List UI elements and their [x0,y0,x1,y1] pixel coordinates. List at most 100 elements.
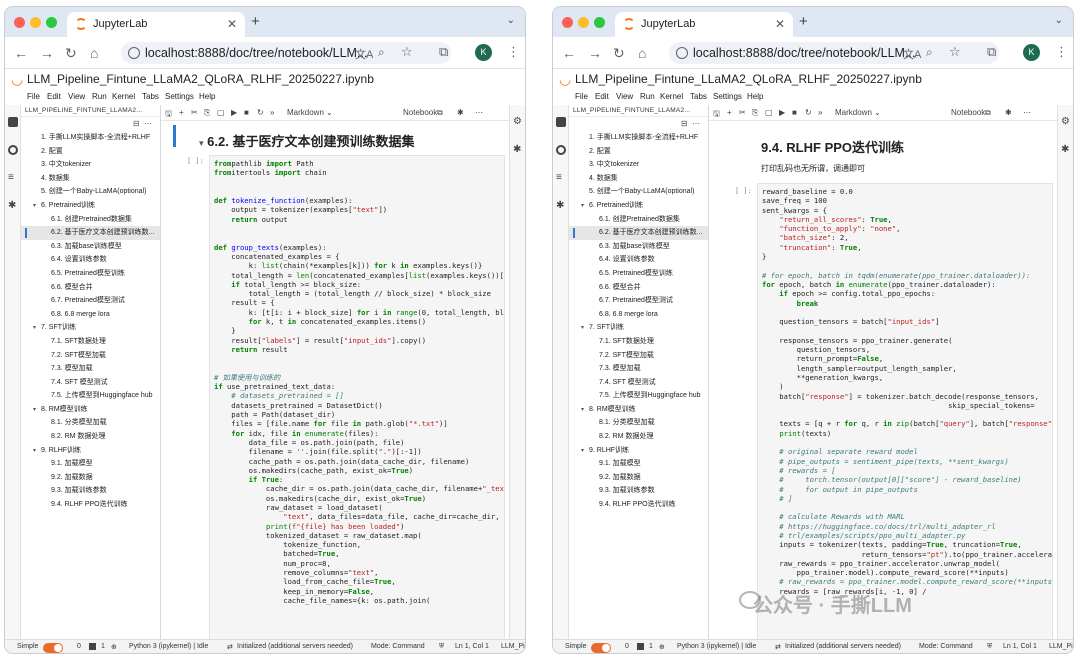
toc-item[interactable]: 1. 手撕LLM实操脚本-全流程+RLHF [569,131,708,145]
browser-tab[interactable]: JupyterLab ✕ [615,12,793,37]
toc-item[interactable]: 7.2. SFT模型加载 [569,349,708,363]
caret-down-icon[interactable]: ▾ [581,404,589,417]
avatar[interactable]: K [1023,44,1040,61]
menu-settings[interactable]: Settings [165,92,194,101]
menu-help[interactable]: Help [747,92,763,101]
toc-item[interactable]: 7.1. SFT数据处理 [21,335,160,349]
menu-view[interactable]: View [68,92,85,101]
minimize-window-button[interactable] [30,17,41,28]
toc-item[interactable]: 1. 手撕LLM实操脚本-全流程+RLHF [21,131,160,145]
restart-icon[interactable]: ↻ [257,108,264,117]
menu-tabs[interactable]: Tabs [142,92,159,101]
property-inspector-icon[interactable]: ⚙ [1061,117,1071,127]
more-icon[interactable]: ⋯ [1023,108,1031,117]
toc-item[interactable]: 8.2. RM 数据处理 [21,430,160,444]
toc-item[interactable]: 6.5. Pretrained模型训练 [21,267,160,281]
add-cell-icon[interactable]: + [179,108,184,117]
toc-item[interactable]: 9.2. 加载数据 [569,471,708,485]
toc-item[interactable]: 6.4. 设置训练参数 [569,253,708,267]
toc-item[interactable]: 8.1. 分类模型加载 [21,416,160,430]
copy-icon[interactable]: ⎘ [204,108,210,118]
kernel-status[interactable]: Python 3 (ipykernel) | Idle [129,643,208,650]
cursor-position[interactable]: Ln 1, Col 1 [1003,643,1037,650]
toc-item[interactable]: 5. 创建一个Baby-LLaMA(optional) [569,185,708,199]
toc-item[interactable]: 6.1. 创建Pretrained数据集 [21,213,160,227]
open-icon[interactable]: ⧉ [437,108,443,118]
toc-item[interactable]: 9.3. 加载训练参数 [21,484,160,498]
toc-item[interactable]: 6.6. 模型合并 [21,281,160,295]
caret-down-icon[interactable]: ▾ [581,445,589,458]
debugger-icon[interactable]: ✱ [513,145,523,155]
browser-menu-icon[interactable]: ⋮ [507,44,520,60]
caret-down-icon[interactable]: ▾ [33,445,41,458]
new-tab-button[interactable]: + [799,12,808,32]
save-icon[interactable]: 🖫 [165,108,172,122]
chevron-down-icon[interactable]: ⌄ [874,108,881,117]
toc-item[interactable]: ▾ 9. RLHF训练 [21,444,160,458]
more-icon[interactable]: ⋯ [144,119,152,128]
minimize-window-button[interactable] [578,17,589,28]
close-icon[interactable]: ✕ [775,12,785,37]
chevron-down-icon[interactable]: ⌄ [326,108,333,117]
translate-icon[interactable]: 文A [355,46,373,62]
toc-item[interactable]: 9.1. 加载模型 [21,457,160,471]
debug-icon[interactable]: ✱ [457,108,464,117]
cursor-position[interactable]: Ln 1, Col 1 [455,643,489,650]
toc-item[interactable]: 7.5. 上传模型到Huggingface hub [569,389,708,403]
browser-tab[interactable]: JupyterLab ✕ [67,12,245,37]
browser-menu-icon[interactable]: ⋮ [1055,44,1068,60]
stop-icon[interactable]: ■ [792,108,797,117]
toc-item[interactable]: 7.3. 模型加载 [21,362,160,376]
property-inspector-icon[interactable]: ⚙ [513,117,523,127]
toc-item[interactable]: 2. 配置 [21,145,160,159]
run-icon[interactable]: ▶ [779,108,785,117]
caret-down-icon[interactable]: ▾ [33,322,41,335]
fast-forward-icon[interactable]: » [270,108,274,117]
menu-run[interactable]: Run [92,92,107,101]
collapse-arrow-icon[interactable]: ▾ [199,138,204,148]
toc-item[interactable]: 8.1. 分类模型加载 [569,416,708,430]
avatar[interactable]: K [475,44,492,61]
more-icon[interactable]: ⋯ [475,108,483,117]
toc-item[interactable]: 8.2. RM 数据处理 [569,430,708,444]
paste-icon[interactable]: ▢ [217,108,225,117]
toc-item[interactable]: 9.1. 加载模型 [569,457,708,471]
toc-item[interactable]: 9.3. 加载训练参数 [569,484,708,498]
menu-view[interactable]: View [616,92,633,101]
close-window-button[interactable] [14,17,25,28]
menu-settings[interactable]: Settings [713,92,742,101]
toc-item[interactable]: ▾ 7. SFT训练 [21,321,160,335]
zoom-icon[interactable]: ⌕ [926,45,933,60]
toc-item[interactable]: 3. 中文tokenizer [569,158,708,172]
maximize-window-button[interactable] [594,17,605,28]
toc-item[interactable]: 6.3. 加载base训练模型 [21,240,160,254]
bookmark-star-icon[interactable]: ☆ [401,44,413,60]
toc-item[interactable]: 6.5. Pretrained模型训练 [569,267,708,281]
toc-item[interactable]: 4. 数据集 [569,172,708,186]
zoom-icon[interactable]: ⌕ [378,45,385,60]
stop-icon[interactable]: ■ [244,108,249,117]
close-icon[interactable]: ✕ [227,12,237,37]
kernel-label[interactable]: Notebook [951,108,985,117]
back-icon[interactable]: ← [14,44,28,62]
open-icon[interactable]: ⧉ [985,108,991,118]
back-icon[interactable]: ← [562,44,576,62]
menu-run[interactable]: Run [640,92,655,101]
toc-item[interactable]: 6.6. 模型合并 [569,281,708,295]
kernel-status[interactable]: Python 3 (ipykernel) | Idle [677,643,756,650]
toc-item[interactable]: 6.2. 基于医疗文本创建预训练数... [569,226,708,240]
home-icon[interactable]: ⌂ [638,44,646,62]
bookmark-star-icon[interactable]: ☆ [949,44,961,60]
cell-type-select[interactable]: Markdown [287,108,324,117]
menu-edit[interactable]: Edit [47,92,61,101]
debugger-icon[interactable]: ✱ [1061,145,1071,155]
toc-icon[interactable]: ≡ [8,173,18,183]
menu-file[interactable]: File [575,92,588,101]
toc-item[interactable]: 6.2. 基于医疗文本创建预训练数... [21,226,160,240]
toc-item[interactable]: 5. 创建一个Baby-LLaMA(optional) [21,185,160,199]
chevron-down-icon[interactable]: ⌄ [1055,15,1063,26]
debug-icon[interactable]: ✱ [1005,108,1012,117]
caret-down-icon[interactable]: ▾ [581,200,589,213]
folder-icon[interactable] [556,117,566,127]
extensions-icon[interactable]: ⧉ [439,44,448,60]
